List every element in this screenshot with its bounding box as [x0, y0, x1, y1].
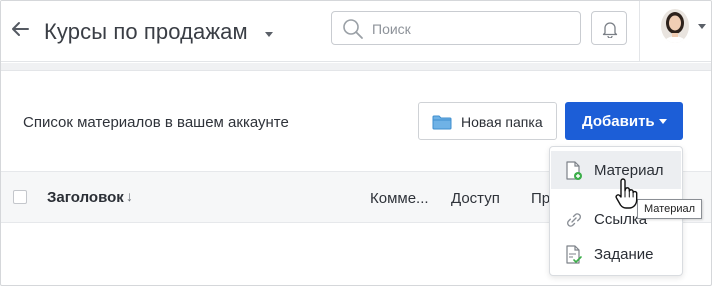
column-header-truncated[interactable]: Пр	[531, 190, 550, 207]
chevron-down-icon[interactable]	[698, 24, 706, 29]
add-button[interactable]: Добавить	[565, 102, 683, 140]
column-header-title[interactable]: Заголовок	[47, 189, 124, 206]
search-icon	[343, 19, 363, 39]
tooltip: Материал	[637, 199, 702, 219]
task-icon	[566, 245, 582, 264]
menu-item-label: Материал	[594, 162, 664, 179]
menu-item-label: Задание	[594, 246, 654, 263]
avatar[interactable]	[661, 9, 689, 43]
sort-down-icon[interactable]: ↓	[126, 188, 133, 204]
menu-item-task[interactable]: Задание	[551, 235, 681, 273]
add-button-label: Добавить	[582, 113, 655, 130]
header-shadow-band	[1, 63, 711, 71]
header-divider	[639, 1, 640, 62]
new-folder-button[interactable]: Новая папка	[418, 102, 557, 140]
search-input[interactable]	[372, 19, 572, 39]
page-title[interactable]: Курсы по продажам	[44, 19, 248, 45]
hand-cursor-icon	[615, 178, 638, 209]
materials-caption: Список материалов в вашем аккаунте	[23, 114, 289, 131]
arrow-left-icon[interactable]	[9, 18, 31, 40]
link-icon	[567, 213, 581, 227]
notifications-button[interactable]	[591, 11, 627, 45]
select-all-checkbox[interactable]	[13, 190, 27, 204]
column-header-comments[interactable]: Комме...	[370, 190, 429, 207]
app-window: Курсы по продажам Поиск Список материало…	[0, 0, 712, 286]
chevron-down-icon[interactable]	[265, 32, 273, 37]
folder-icon	[432, 115, 452, 130]
chevron-down-icon	[659, 119, 667, 124]
new-folder-label: Новая папка	[461, 114, 543, 130]
column-header-access[interactable]: Доступ	[451, 190, 500, 207]
top-header: Курсы по продажам	[1, 1, 711, 62]
bell-icon	[602, 22, 618, 38]
search-box[interactable]	[331, 11, 581, 45]
document-add-icon	[566, 161, 582, 180]
